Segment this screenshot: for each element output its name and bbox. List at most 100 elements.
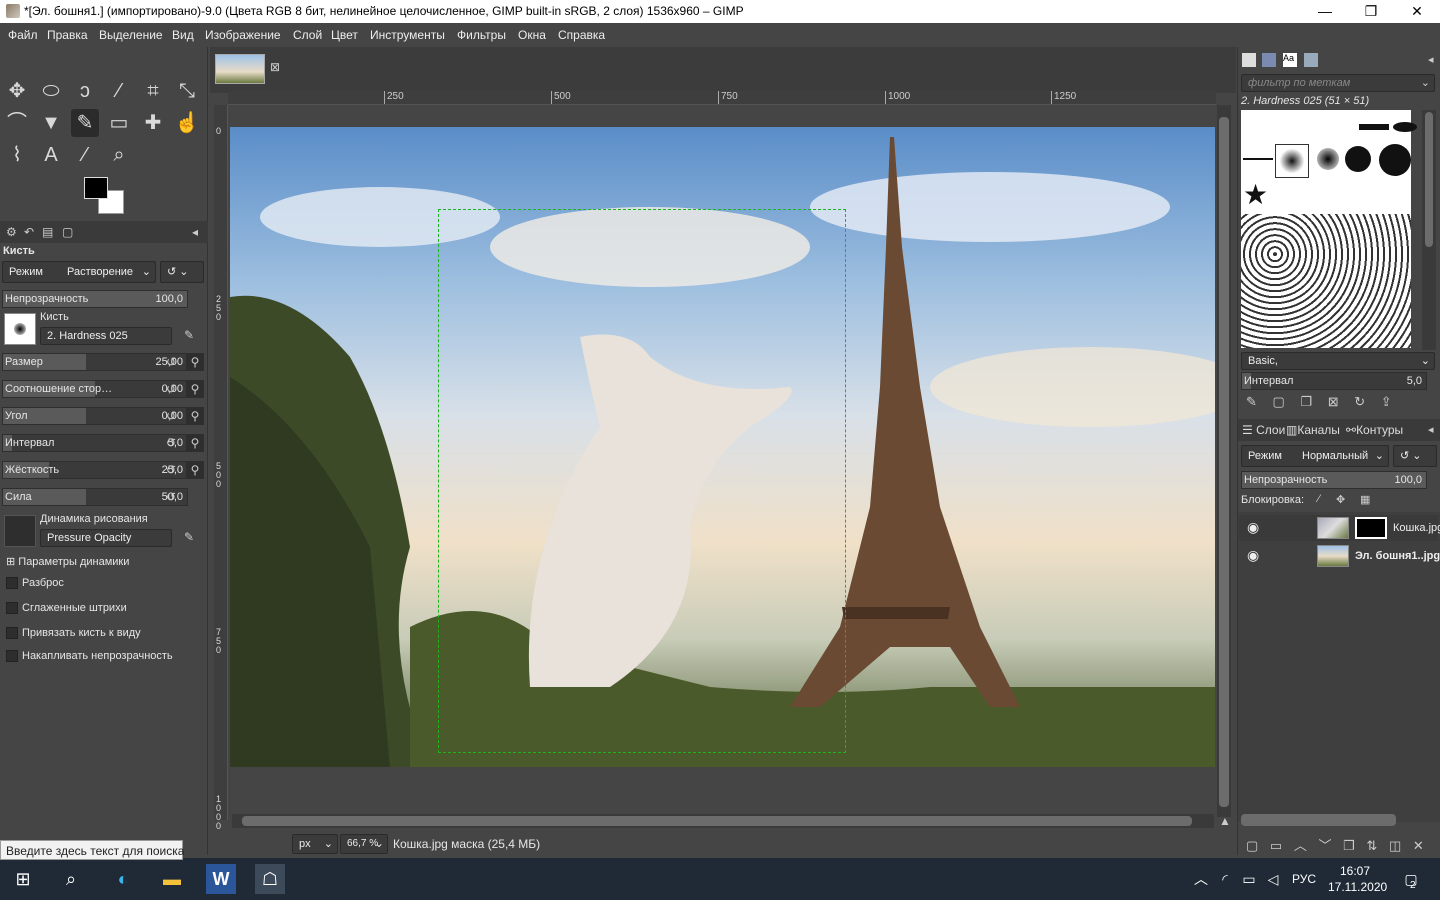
brush-textures[interactable] [1241,214,1411,348]
new-brush-icon[interactable]: ▢ [1273,394,1285,409]
brush-block[interactable] [1359,124,1389,130]
volume-icon[interactable]: ◁ [1258,864,1288,894]
close-button[interactable]: ✕ [1394,0,1440,23]
reset-icon[interactable]: ↺ [162,434,180,452]
transform-icon[interactable]: ⤡ [173,77,201,105]
layer-row[interactable]: ◉ Кошка.jpg [1239,515,1440,541]
brush-medium[interactable] [1345,146,1371,172]
language-indicator[interactable]: РУС [1292,872,1316,886]
eye-icon[interactable]: ◉ [1247,547,1259,564]
dynamics-preview-icon[interactable] [4,515,36,547]
link-dynamics-icon[interactable]: ⚲ [186,407,204,425]
tab-channels[interactable]: ▥Каналы [1286,423,1340,437]
brush-soft[interactable] [1317,148,1339,170]
image-tab-thumbnail[interactable] [215,54,265,84]
refresh-brushes-icon[interactable]: ↻ [1354,394,1365,409]
warp-icon[interactable]: ⌒ [3,109,31,137]
maximize-button[interactable]: ❐ [1348,0,1394,23]
fuzzy-select-icon[interactable]: ⁄ [105,77,133,105]
menu-tools[interactable]: Инструменты [370,28,445,42]
brushes-tab-icon[interactable] [1242,53,1256,67]
link-dynamics-icon[interactable]: ⚲ [186,461,204,479]
device-status-tab-icon[interactable]: ▢ [62,225,73,239]
dynamics-field[interactable]: Pressure Opacity [40,529,172,547]
undo-history-tab-icon[interactable]: ↶ [24,225,34,239]
lock-alpha-icon[interactable]: ▦ [1360,493,1370,506]
brushes-grid[interactable]: ★ [1241,110,1417,348]
panel-menu-icon[interactable]: ◂ [192,225,198,239]
new-layer-group-icon[interactable]: ▭ [1270,838,1282,853]
reset-icon[interactable]: ↺ [162,353,180,371]
free-select-icon[interactable]: ↄ [71,77,99,105]
brushes-scrollbar[interactable] [1422,110,1436,350]
smooth-strokes-checkbox[interactable] [6,602,18,614]
tab-paths[interactable]: ⚯Контуры [1346,423,1403,437]
layer-mode-select[interactable]: Режим Нормальный ⌄ [1241,445,1389,467]
brush-star[interactable]: ★ [1243,180,1268,210]
unit-select[interactable]: px ⌄ [292,834,338,854]
brush-slider[interactable]: Интервал 5,0 [2,434,188,452]
layer-row[interactable]: ◉ Эл. бошня1..jpg [1239,543,1440,569]
vertical-scroll-thumb[interactable] [1219,117,1229,807]
edit-brush-icon[interactable]: ✎ [1246,394,1257,409]
close-tab-icon[interactable]: ⊠ [270,60,280,74]
link-dynamics-icon[interactable]: ⚲ [186,353,204,371]
mode-reset-button[interactable]: ↺ ⌄ [160,261,204,283]
scatter-checkbox[interactable] [6,577,18,589]
edge-icon[interactable]: ◐ [108,864,138,894]
menu-image[interactable]: Изображение [205,28,281,42]
brush-preview[interactable] [4,313,36,345]
bucket-fill-icon[interactable]: ▼ [37,109,65,137]
move-icon[interactable]: ✥ [3,77,31,105]
duplicate-layer-icon[interactable]: ❐ [1343,838,1355,853]
tab-layers[interactable]: ☰ Слои [1242,423,1285,437]
mode-select[interactable]: Режим Растворение ⌄ [2,261,156,283]
menu-help[interactable]: Справка [558,28,605,42]
layer-opacity-slider[interactable]: Непрозрачность 100,0 [1241,471,1427,489]
tool-options-tab-icon[interactable]: ⚙ [6,225,17,239]
brush-name-field[interactable]: 2. Hardness 025 [40,327,172,345]
minimize-button[interactable]: — [1302,0,1348,23]
layer-mode-reset-button[interactable]: ↺ ⌄ [1393,445,1437,467]
opacity-slider[interactable]: Непрозрачность 100,0 [2,290,188,308]
crop-icon[interactable]: ⌗ [139,77,167,105]
delete-brush-icon[interactable]: ⊠ [1328,394,1339,409]
brush-ellipse[interactable] [1393,122,1417,132]
panel-menu-icon[interactable]: ◂ [1428,53,1434,66]
brush-slider[interactable]: Угол 0,00 [2,407,188,425]
delete-layer-icon[interactable]: ✕ [1413,838,1424,853]
menu-file[interactable]: Файл [8,28,38,42]
eye-icon[interactable]: ◉ [1247,519,1259,536]
mask-icon[interactable]: ◫ [1389,838,1401,853]
edit-dynamics-icon[interactable]: ✎ [180,528,198,546]
smudge-icon[interactable]: ☝ [173,109,201,137]
link-dynamics-icon[interactable]: ⚲ [186,380,204,398]
eraser-icon[interactable]: ▭ [105,109,133,137]
brush-spacing-slider[interactable]: Интервал 5,0 [1241,372,1427,390]
patterns-tab-icon[interactable] [1262,53,1276,67]
new-layer-icon[interactable]: ▢ [1246,838,1258,853]
reset-icon[interactable]: ↺ [162,407,180,425]
ellipse-select-icon[interactable]: ⬭ [37,77,65,105]
layer-mask-thumbnail[interactable] [1355,517,1387,539]
menu-select[interactable]: Выделение [99,28,163,42]
lock-pixels-icon[interactable]: ⁄ [1318,493,1320,505]
incremental-checkbox[interactable] [6,650,18,662]
reset-icon[interactable]: ↺ [162,488,180,506]
menu-filters[interactable]: Фильтры [457,28,506,42]
duplicate-brush-icon[interactable]: ❐ [1300,394,1312,409]
brush-line[interactable] [1243,158,1273,160]
search-icon[interactable]: ⌕ [56,864,86,894]
vertical-scrollbar[interactable] [1217,105,1231,817]
windows-start-icon[interactable]: ⊞ [8,864,38,894]
brush-slider[interactable]: Жёсткость 25,0 [2,461,188,479]
clock-time[interactable]: 16:07 [1340,864,1370,878]
zoom-icon[interactable]: ⌕ [105,141,133,169]
horizontal-scrollbar[interactable] [232,814,1214,828]
raise-layer-icon[interactable]: ︿ [1294,838,1307,853]
fonts-tab-icon[interactable]: Aa [1283,53,1297,67]
navigate-icon[interactable]: ▲ [1219,814,1231,828]
menu-color[interactable]: Цвет [331,28,358,42]
paths-icon[interactable]: ⌇ [3,141,31,169]
brush-hard[interactable] [1379,144,1411,176]
